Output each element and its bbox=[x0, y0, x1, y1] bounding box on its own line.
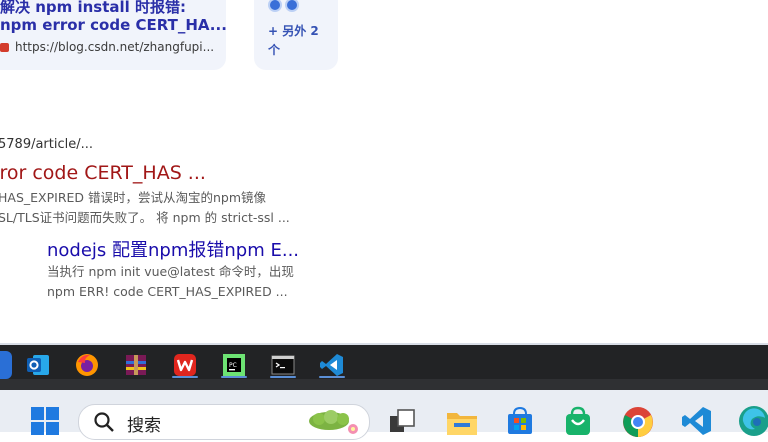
card-url[interactable]: https://blog.csdn.net/zhangfupi... bbox=[0, 40, 214, 54]
wps-active-indicator bbox=[172, 376, 198, 378]
more-results-label[interactable]: + 另外 2 个 bbox=[268, 22, 328, 60]
result-2-title[interactable]: nodejs 配置npm报错npm E... bbox=[47, 236, 299, 262]
outlook-icon[interactable] bbox=[24, 351, 52, 379]
related-result-card[interactable]: 解决 npm install 时报错: npm error code CERT_… bbox=[0, 0, 227, 70]
firefox-icon[interactable] bbox=[73, 351, 101, 379]
result-2-snippet-line2: npm ERR! code CERT_HAS_EXPIRED ... bbox=[47, 284, 288, 299]
result-1-snippet-line1: HAS_EXPIRED 错误时，尝试从淘宝的npm镜像 bbox=[0, 190, 267, 205]
svg-text:PC: PC bbox=[229, 362, 237, 369]
csdn-favicon-icon bbox=[0, 42, 9, 52]
pycharm-active-indicator bbox=[221, 376, 247, 378]
result-breadcrumb: 5789/article/... bbox=[0, 137, 94, 152]
wps-office-icon[interactable] bbox=[171, 351, 199, 379]
terminal-active-indicator bbox=[270, 376, 296, 378]
app-bar-shadow bbox=[0, 379, 768, 390]
result-2-snippet-line1: 当执行 npm init vue@latest 命令时，出现 bbox=[47, 264, 294, 279]
partial-app-icon[interactable] bbox=[0, 351, 12, 379]
vscode-icon[interactable] bbox=[318, 351, 346, 379]
card-title-line1[interactable]: 解决 npm install 时报错: bbox=[0, 0, 186, 17]
taskbar-search-box[interactable]: 搜索 bbox=[78, 404, 370, 440]
card-url-text: https://blog.csdn.net/zhangfupi... bbox=[15, 40, 215, 54]
result-1-title[interactable]: rror code CERT_HAS ... bbox=[0, 162, 206, 184]
card-title-line2[interactable]: npm error code CERT_HA... bbox=[0, 16, 227, 34]
search-label: 搜索 bbox=[127, 416, 161, 436]
more-results-card[interactable]: + 另外 2 个 bbox=[254, 0, 338, 70]
result-1-snippet-line2: SL/TLS证书问题而失败了。 将 npm 的 strict-ssl ... bbox=[0, 210, 290, 225]
vscode-active-indicator bbox=[319, 376, 345, 378]
edge-icon[interactable] bbox=[738, 405, 768, 437]
chrome-icon[interactable] bbox=[622, 406, 654, 438]
search-highlight-icon bbox=[305, 407, 365, 441]
winrar-icon[interactable] bbox=[122, 351, 150, 379]
pycharm-icon[interactable]: PC bbox=[220, 351, 248, 379]
source-avatars-icon bbox=[268, 0, 299, 12]
terminal-icon[interactable] bbox=[269, 351, 297, 379]
search-icon bbox=[93, 411, 115, 437]
vscode-taskbar-icon[interactable] bbox=[681, 405, 713, 437]
